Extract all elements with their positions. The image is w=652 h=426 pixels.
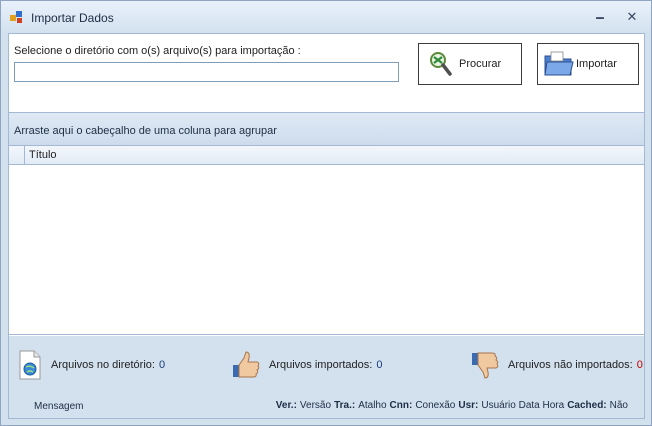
client-area: Selecione o diretório com o(s) arquivo(s… <box>8 33 645 419</box>
status-bar: Mensagem Ver.: Versão Tra.: Atalho Cnn: … <box>9 392 644 418</box>
group-by-hint: Arraste aqui o cabeçalho de uma coluna p… <box>14 125 277 137</box>
status-cnn-value: Conexão <box>415 400 456 411</box>
thumbs-down-icon <box>472 352 499 379</box>
status-cached-value: Não <box>609 400 628 411</box>
stat-no-diretorio-label: Arquivos no diretório: <box>51 359 155 371</box>
document-globe-icon <box>19 350 41 380</box>
row-indicator-header <box>9 146 25 164</box>
stats-panel: Arquivos no diretório: 0 Arquivos import… <box>9 336 644 392</box>
status-usr-key: Usr: <box>458 400 479 411</box>
title-bar[interactable]: Importar Dados 🗕 ✕ <box>1 1 651 33</box>
column-header-titulo[interactable]: Título <box>29 149 57 161</box>
status-tra-value: Atalho <box>358 400 387 411</box>
stat-no-diretorio-value: 0 <box>158 359 166 371</box>
stat-importados-label: Arquivos importados: <box>269 359 373 371</box>
status-cached-key: Cached: <box>567 400 607 411</box>
stat-nao-importados: Arquivos não importados: 0 <box>470 350 643 380</box>
stat-importados-value: 0 <box>376 359 383 371</box>
directory-label: Selecione o diretório com o(s) arquivo(s… <box>14 45 301 57</box>
directory-panel: Selecione o diretório com o(s) arquivo(s… <box>9 34 644 112</box>
folder-icon <box>544 51 574 76</box>
status-usr-value: Usuário Data Hora <box>481 400 565 411</box>
procurar-label: Procurar <box>459 58 502 70</box>
procurar-button[interactable]: Procurar <box>418 43 522 85</box>
status-ver-value: Versão <box>299 400 332 411</box>
thumbs-up-icon <box>233 351 260 378</box>
importar-label: Importar <box>576 58 617 70</box>
status-info: Ver.: Versão Tra.: Atalho Cnn: Conexão U… <box>276 400 628 411</box>
window-title: Importar Dados <box>31 11 114 25</box>
importar-button[interactable]: Importar <box>537 43 639 85</box>
grid-body[interactable] <box>9 165 644 335</box>
magnifier-icon <box>430 52 452 76</box>
stat-no-diretorio: Arquivos no diretório: 0 <box>17 350 165 380</box>
status-cnn-key: Cnn: <box>389 400 413 411</box>
minimize-button[interactable]: 🗕 <box>591 9 609 25</box>
directory-input[interactable] <box>14 62 399 82</box>
import-window: Importar Dados 🗕 ✕ Selecione o diretório… <box>0 0 652 426</box>
stat-nao-importados-label: Arquivos não importados: <box>508 359 633 371</box>
stat-importados: Arquivos importados: 0 <box>231 350 382 380</box>
stat-nao-importados-value: 0 <box>636 359 643 371</box>
close-button[interactable]: ✕ <box>623 9 641 25</box>
grid-header: Título <box>9 146 644 165</box>
status-tra-key: Tra.: <box>334 400 356 411</box>
app-icon <box>10 11 22 23</box>
status-message: Mensagem <box>34 401 84 412</box>
status-ver-key: Ver.: <box>275 400 297 411</box>
group-by-panel[interactable]: Arraste aqui o cabeçalho de uma coluna p… <box>9 112 644 146</box>
